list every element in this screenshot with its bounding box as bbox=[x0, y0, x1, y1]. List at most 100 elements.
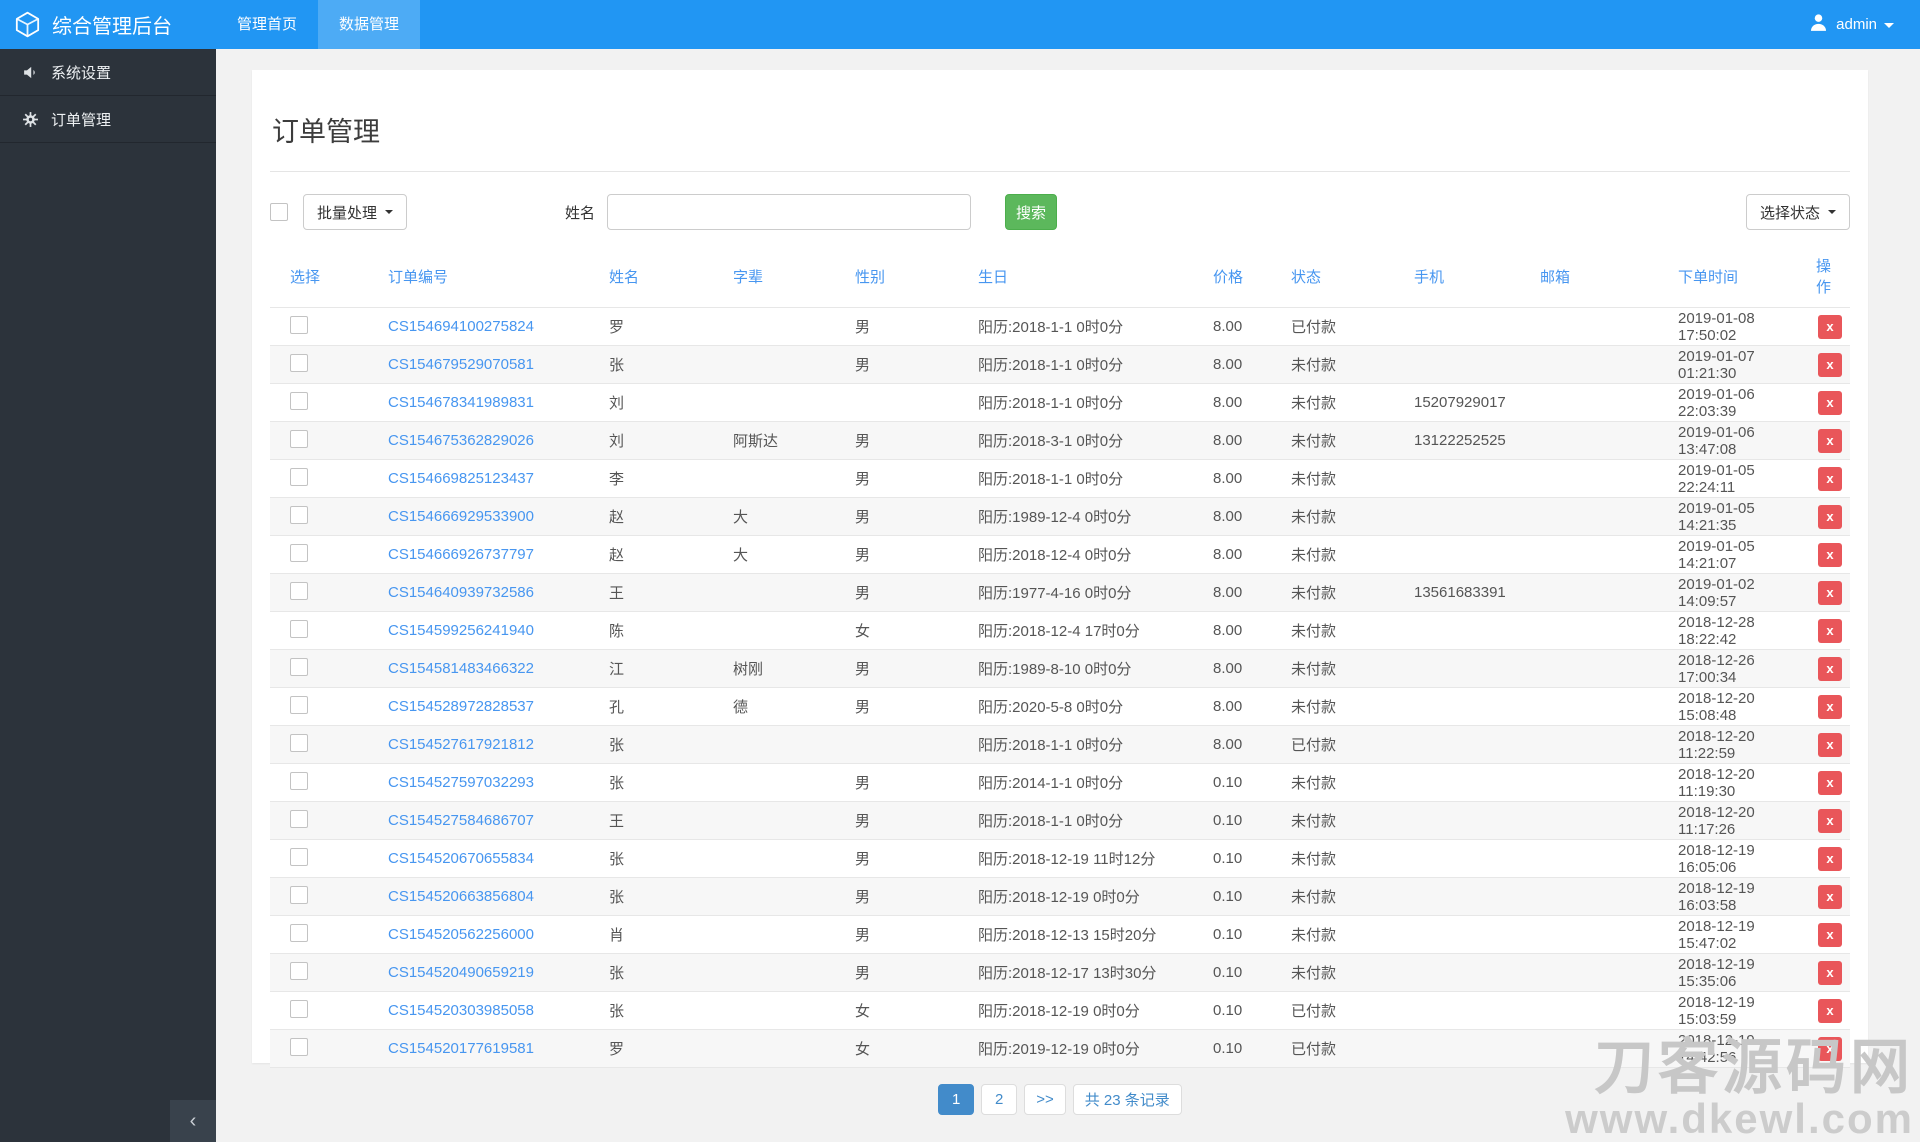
delete-button[interactable]: x bbox=[1818, 466, 1842, 491]
batch-process-button[interactable]: 批量处理 bbox=[303, 194, 408, 230]
order-number-link[interactable]: CS154679529070581 bbox=[388, 356, 534, 373]
order-number-link[interactable]: CS154666929533900 bbox=[388, 508, 534, 525]
order-number-link[interactable]: CS154520663856804 bbox=[388, 888, 534, 905]
order-number-link[interactable]: CS154527584686707 bbox=[388, 812, 534, 829]
cell-order-no: CS154640939732586 bbox=[380, 574, 601, 612]
page-button-2[interactable]: 2 bbox=[981, 1084, 1018, 1115]
order-number-link[interactable]: CS154520303985058 bbox=[388, 1002, 534, 1019]
cell-birthday: 阳历:2018-12-4 17时0分 bbox=[978, 623, 1140, 640]
cell-order-no: CS154581483466322 bbox=[380, 650, 601, 688]
row-checkbox[interactable] bbox=[290, 1037, 308, 1056]
order-number-link[interactable]: CS154527617921812 bbox=[388, 736, 534, 753]
close-icon: x bbox=[1826, 926, 1834, 942]
delete-button[interactable]: x bbox=[1818, 314, 1842, 339]
delete-button[interactable]: x bbox=[1818, 390, 1842, 415]
order-number-link[interactable]: CS154666926737797 bbox=[388, 546, 534, 563]
delete-button[interactable]: x bbox=[1818, 656, 1842, 681]
sidebar-collapse-button[interactable]: ‹ bbox=[170, 1100, 216, 1142]
cell-email bbox=[1532, 1030, 1670, 1068]
row-checkbox[interactable] bbox=[290, 733, 308, 752]
header-order-time: 下单时间 bbox=[1678, 268, 1739, 286]
delete-button[interactable]: x bbox=[1818, 580, 1842, 605]
cell-status: 未付款 bbox=[1291, 965, 1337, 982]
row-checkbox[interactable] bbox=[290, 885, 308, 904]
delete-button[interactable]: x bbox=[1818, 504, 1842, 529]
row-checkbox[interactable] bbox=[290, 657, 308, 676]
delete-button[interactable]: x bbox=[1818, 542, 1842, 567]
order-number-link[interactable]: CS154599256241940 bbox=[388, 622, 534, 639]
delete-button[interactable]: x bbox=[1818, 808, 1842, 833]
row-checkbox[interactable] bbox=[290, 961, 308, 980]
row-checkbox[interactable] bbox=[290, 315, 308, 334]
row-checkbox[interactable] bbox=[290, 619, 308, 638]
row-checkbox[interactable] bbox=[290, 999, 308, 1018]
table-row: CS154666926737797 赵 大 男 阳历:2018-12-4 0时0分 8.0… bbox=[270, 535, 1850, 574]
order-number-link[interactable]: CS154520177619581 bbox=[388, 1040, 534, 1057]
order-number-link[interactable]: CS154669825123437 bbox=[388, 470, 534, 487]
close-icon: x bbox=[1826, 622, 1834, 638]
delete-button[interactable]: x bbox=[1818, 428, 1842, 453]
order-number-link[interactable]: CS154678341989831 bbox=[388, 394, 534, 411]
row-checkbox[interactable] bbox=[290, 847, 308, 866]
cell-phone: 13561683391 bbox=[1414, 584, 1506, 601]
delete-button[interactable]: x bbox=[1818, 998, 1842, 1023]
cell-actions: x bbox=[1808, 1030, 1850, 1068]
cell-email bbox=[1532, 916, 1670, 954]
cell-zibei: 大 bbox=[733, 509, 749, 526]
order-number-link[interactable]: CS154520562256000 bbox=[388, 926, 534, 943]
delete-button[interactable]: x bbox=[1818, 352, 1842, 377]
order-number-link[interactable]: CS154675362829026 bbox=[388, 432, 534, 449]
select-all-checkbox[interactable] bbox=[270, 203, 288, 221]
close-icon: x bbox=[1826, 1002, 1834, 1018]
row-checkbox[interactable] bbox=[290, 809, 308, 828]
delete-button[interactable]: x bbox=[1818, 960, 1842, 985]
user-menu[interactable]: admin bbox=[1808, 0, 1920, 49]
row-checkbox[interactable] bbox=[290, 391, 308, 410]
delete-button[interactable]: x bbox=[1818, 846, 1842, 871]
row-checkbox[interactable] bbox=[290, 581, 308, 600]
delete-button[interactable]: x bbox=[1818, 770, 1842, 795]
status-filter-button[interactable]: 选择状态 bbox=[1745, 194, 1850, 230]
row-checkbox[interactable] bbox=[290, 429, 308, 448]
order-number-link[interactable]: CS154528972828537 bbox=[388, 698, 534, 715]
order-number-link[interactable]: CS154640939732586 bbox=[388, 584, 534, 601]
cell-order-no: CS154520303985058 bbox=[380, 992, 601, 1030]
cell-zibei bbox=[725, 954, 847, 992]
table-row: CS154581483466322 江 树刚 男 阳历:1989-8-10 0时0分 8.… bbox=[270, 649, 1850, 688]
cell-status: 未付款 bbox=[1291, 851, 1337, 868]
cell-email bbox=[1532, 650, 1670, 688]
order-number-link[interactable]: CS154581483466322 bbox=[388, 660, 534, 677]
sidebar-item-order-management[interactable]: 订单管理 bbox=[0, 96, 216, 143]
cell-birthday: 阳历:2020-5-8 0时0分 bbox=[978, 699, 1124, 716]
row-checkbox[interactable] bbox=[290, 695, 308, 714]
cell-email bbox=[1532, 726, 1670, 764]
next-page-button[interactable]: >> bbox=[1024, 1084, 1066, 1115]
cell-select bbox=[270, 802, 380, 840]
row-checkbox[interactable] bbox=[290, 543, 308, 562]
order-number-link[interactable]: CS154527597032293 bbox=[388, 774, 534, 791]
cell-order-no: CS154694100275824 bbox=[380, 308, 601, 346]
nav-item-home[interactable]: 管理首页 bbox=[216, 0, 318, 49]
delete-button[interactable]: x bbox=[1818, 694, 1842, 719]
delete-button[interactable]: x bbox=[1818, 732, 1842, 757]
cell-phone bbox=[1406, 308, 1532, 346]
delete-button[interactable]: x bbox=[1818, 1036, 1842, 1061]
order-number-link[interactable]: CS154520670655834 bbox=[388, 850, 534, 867]
delete-button[interactable]: x bbox=[1818, 618, 1842, 643]
row-checkbox[interactable] bbox=[290, 771, 308, 790]
page-button-1[interactable]: 1 bbox=[938, 1084, 975, 1115]
order-number-link[interactable]: CS154520490659219 bbox=[388, 964, 534, 981]
delete-button[interactable]: x bbox=[1818, 884, 1842, 909]
nav-item-data[interactable]: 数据管理 bbox=[318, 0, 421, 49]
search-button[interactable]: 搜索 bbox=[1005, 194, 1058, 230]
row-checkbox[interactable] bbox=[290, 467, 308, 486]
cell-actions: x bbox=[1808, 650, 1850, 688]
order-number-link[interactable]: CS154694100275824 bbox=[388, 318, 534, 335]
row-checkbox[interactable] bbox=[290, 505, 308, 524]
delete-button[interactable]: x bbox=[1818, 922, 1842, 947]
sidebar-item-system-settings[interactable]: 系统设置 bbox=[0, 49, 216, 96]
cell-actions: x bbox=[1808, 688, 1850, 726]
name-search-input[interactable] bbox=[607, 194, 972, 230]
row-checkbox[interactable] bbox=[290, 923, 308, 942]
row-checkbox[interactable] bbox=[290, 353, 308, 372]
